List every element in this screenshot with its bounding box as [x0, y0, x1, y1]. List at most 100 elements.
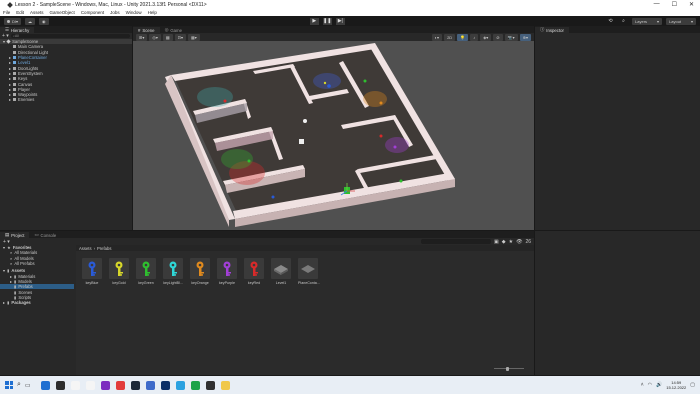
folder-icon: ▮ [14, 273, 17, 279]
chevron-up-icon[interactable]: ˄ [641, 382, 644, 388]
star-icon[interactable]: ★ [509, 239, 513, 245]
eye-icon[interactable]: 👁 [516, 239, 522, 245]
favorite-item[interactable]: ⌕ All Prefabs [0, 261, 74, 266]
menu-item-jobs[interactable]: Jobs [110, 10, 120, 15]
hierarchy-list: Main Camera Directional Light ▸ PlaneConta… [0, 44, 132, 102]
label-icon[interactable]: ◆ [502, 239, 506, 245]
layers-dropdown[interactable]: Layers ▾ [632, 17, 663, 25]
snap-increment-button[interactable]: ⊡▾ [174, 33, 186, 41]
asset-item[interactable]: keyBlue [82, 258, 102, 285]
taskbar-app-icon[interactable] [40, 380, 50, 390]
search-icon[interactable]: ⌕ [619, 18, 628, 25]
notifications-icon[interactable]: ▢ [690, 382, 695, 388]
add-icon[interactable]: + ▾ [3, 239, 10, 245]
grid-snap-button[interactable]: ▦ [162, 33, 173, 41]
taskbar-app-icon[interactable] [130, 380, 140, 390]
tab-scene[interactable]: # Scene [133, 27, 160, 33]
asset-item[interactable]: keyLightBl... [163, 258, 183, 285]
scene-camera-dropdown[interactable]: 📷▾ [504, 33, 518, 41]
asset-item[interactable]: keyRed [244, 258, 264, 285]
menu-item-window[interactable]: Window [126, 10, 142, 15]
gameobject-icon [13, 93, 16, 97]
audio-toggle[interactable]: ♪ [470, 33, 479, 41]
asset-item-label: keyOrange [191, 281, 209, 285]
gameobject-icon [13, 87, 16, 91]
chevron-down-icon: ▾ [3, 39, 6, 45]
menu-item-edit[interactable]: Edit [16, 10, 24, 15]
taskbar-app-icon[interactable] [115, 380, 125, 390]
asset-item[interactable]: PlaneConta... [298, 258, 320, 285]
windows-taskbar: ⌕ ▭ ˄ ◠ 🔊 14:59 15.12.2022 ▢ [0, 376, 700, 394]
tab-console[interactable]: ▭ Console [29, 232, 62, 238]
menu-item-component[interactable]: Component [81, 10, 104, 15]
hidden-objects-toggle[interactable]: ⊘ [493, 33, 503, 41]
asset-item-label: keyRed [247, 281, 261, 285]
minimize-button[interactable]: — [654, 1, 660, 8]
taskbar-apps [40, 380, 230, 390]
right-empty-area [535, 231, 700, 375]
gameobject-icon [13, 82, 16, 86]
collab-button[interactable]: ◉ [39, 17, 49, 25]
taskbar-app-icon[interactable] [175, 380, 185, 390]
asset-item[interactable]: Level1 [271, 258, 291, 285]
tab-inspector[interactable]: ⓘ Inspector [535, 27, 569, 33]
taskbar-app-icon[interactable] [145, 380, 155, 390]
taskbar-app-icon[interactable] [70, 380, 80, 390]
tab-project[interactable]: ▤ Project [0, 232, 30, 238]
network-icon[interactable]: ◠ [648, 382, 652, 388]
breadcrumb-prefabs[interactable]: Prefabs [97, 246, 111, 251]
clock[interactable]: 14:59 15.12.2022 [666, 380, 686, 390]
level-icon [271, 258, 291, 279]
folder-icon: ▮ [14, 278, 17, 284]
asset-item[interactable]: keyGold [109, 258, 129, 285]
console-icon: ▭ [34, 232, 39, 237]
title-bar: Lesson 2 - SampleScene - Windows, Mac, L… [0, 0, 700, 9]
effects-dropdown[interactable]: ◈▾ [480, 33, 492, 41]
hierarchy-search-input[interactable]: ⌕ All [10, 33, 130, 39]
history-icon[interactable]: ⟲ [606, 18, 615, 25]
gizmos-dropdown[interactable]: ⊕▾ [519, 33, 531, 41]
menu-item-file[interactable]: File [3, 10, 10, 15]
layout-dropdown[interactable]: Layout ▾ [666, 17, 697, 25]
move-increment-button[interactable]: ▦▾ [188, 33, 200, 41]
cloud-button[interactable]: ☁ [25, 17, 36, 25]
taskbar-app-icon[interactable] [55, 380, 65, 390]
volume-icon[interactable]: 🔊 [656, 382, 662, 388]
step-button[interactable]: ▶| [335, 17, 345, 25]
zoom-slider-handle[interactable] [506, 366, 509, 371]
shading-2d-toggle[interactable]: 2D [444, 33, 456, 41]
search-icon[interactable]: ⌕ [17, 381, 21, 389]
plane-icon [298, 258, 318, 279]
taskbar-app-icon[interactable] [85, 380, 95, 390]
pivot-dropdown[interactable]: ⊞▾ [136, 33, 148, 41]
tab-game[interactable]: ◎ Game [159, 27, 188, 33]
account-dropdown[interactable]: DI ▾ [4, 17, 22, 25]
taskbar-app-icon[interactable] [205, 380, 215, 390]
play-button[interactable]: ▶ [309, 17, 319, 25]
taskbar-app-icon[interactable] [190, 380, 200, 390]
taskbar-app-icon[interactable] [160, 380, 170, 390]
taskbar-app-icon[interactable] [100, 380, 110, 390]
task-view-icon[interactable]: ▭ [25, 382, 31, 389]
packages-header[interactable]: ▸ ▮ Packages [0, 300, 74, 305]
maximize-button[interactable]: ☐ [672, 1, 677, 8]
taskbar-app-icon[interactable] [220, 380, 230, 390]
global-dropdown[interactable]: ◎▾ [149, 33, 161, 41]
close-button[interactable]: ✕ [689, 1, 694, 8]
lighting-toggle[interactable]: 💡 [457, 33, 469, 41]
menu-item-help[interactable]: Help [148, 10, 157, 15]
asset-item[interactable]: keyGreen [136, 258, 156, 285]
menu-item-assets[interactable]: Assets [30, 10, 44, 15]
draw-mode-dropdown[interactable]: ◐▾ [431, 33, 443, 41]
menu-item-gameobject[interactable]: GameObject [50, 10, 75, 15]
breadcrumb-assets[interactable]: Assets [79, 246, 92, 251]
hierarchy-item[interactable]: ▸ Enemies [0, 97, 132, 102]
asset-item[interactable]: keyPurple [217, 258, 237, 285]
filter-icon[interactable]: ▣ [494, 239, 499, 245]
pause-button[interactable]: ❚❚ [322, 17, 332, 25]
windows-start-icon[interactable] [5, 381, 13, 389]
hierarchy-item-label: Directional Light [18, 49, 49, 55]
asset-item[interactable]: keyOrange [190, 258, 210, 285]
project-search-input[interactable] [421, 239, 491, 244]
zoom-slider[interactable] [494, 366, 524, 371]
